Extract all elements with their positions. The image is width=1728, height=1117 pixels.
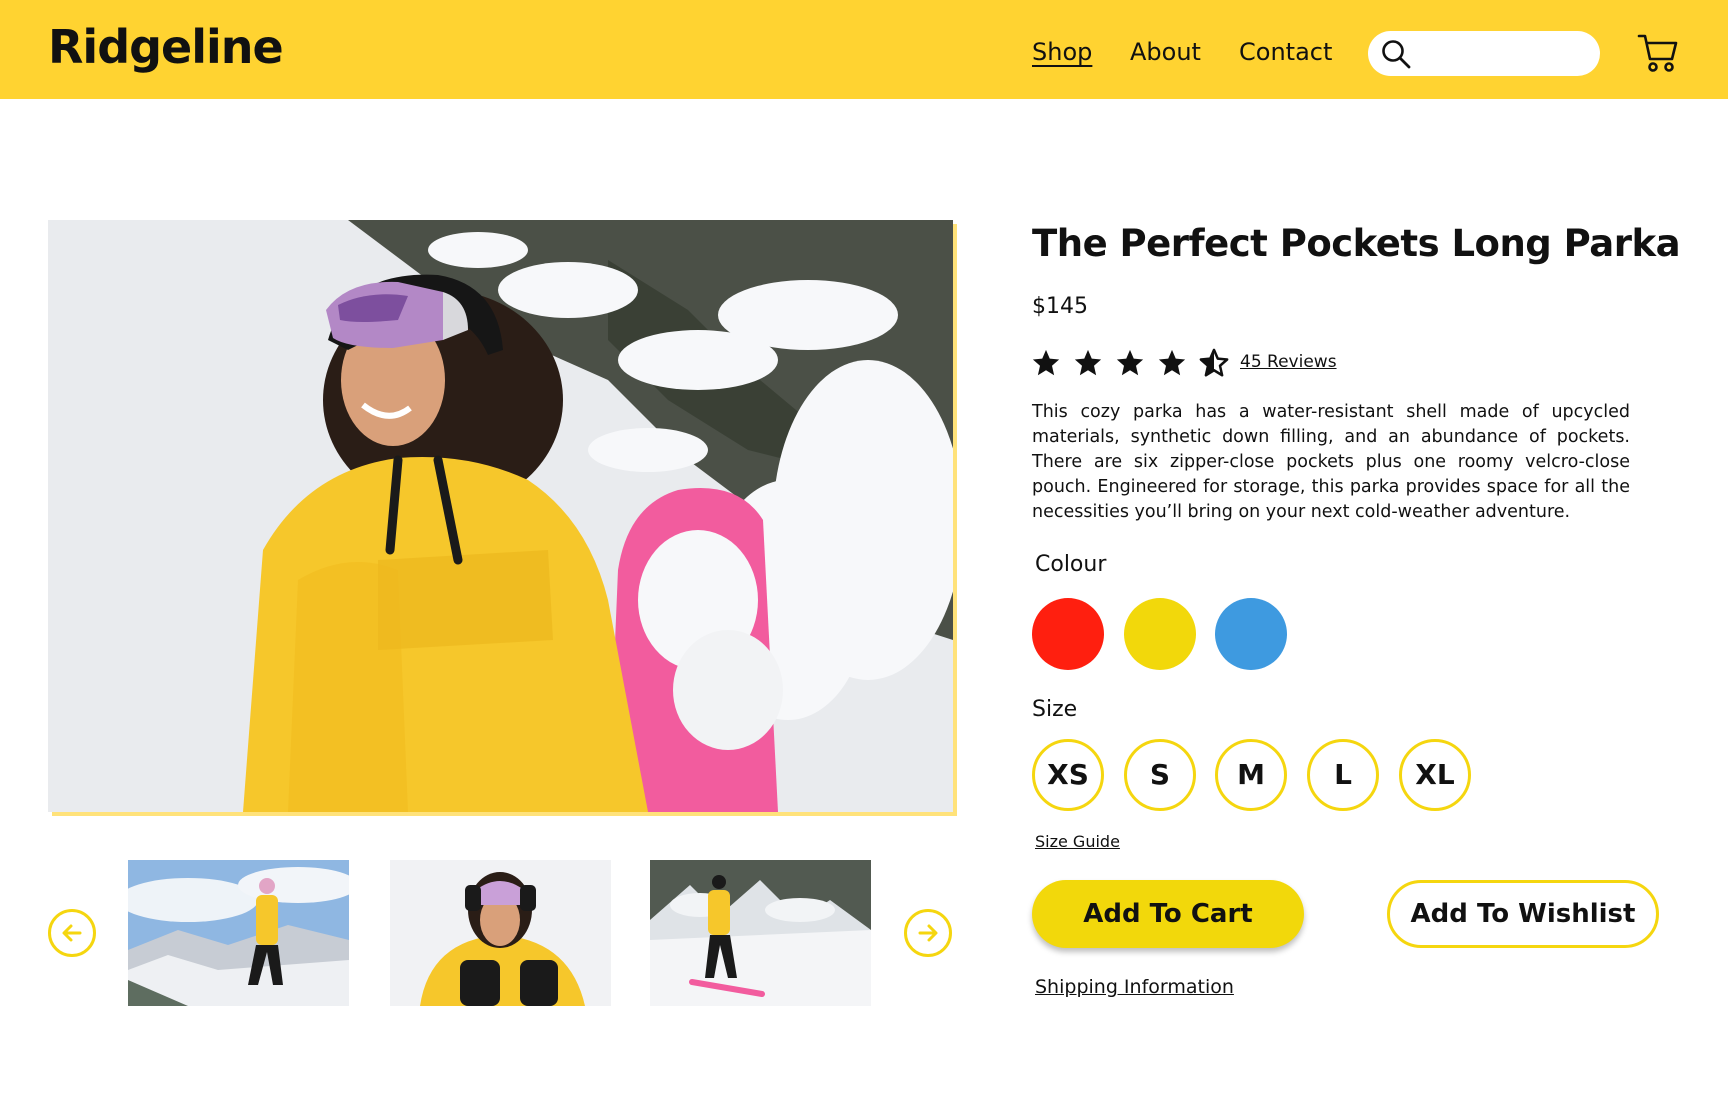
size-option-xs[interactable]: XS <box>1032 739 1104 811</box>
colour-label: Colour <box>1035 552 1107 577</box>
star-full-icon <box>1074 349 1102 376</box>
thumbnail-2[interactable] <box>390 860 611 1006</box>
product-price: $145 <box>1032 294 1088 319</box>
size-option-s[interactable]: S <box>1124 739 1196 811</box>
star-full-icon <box>1116 349 1144 376</box>
star-half-icon <box>1199 348 1229 377</box>
thumbnail-3[interactable] <box>650 860 871 1006</box>
thumbnail-1[interactable] <box>128 860 349 1006</box>
star-full-icon <box>1032 349 1060 376</box>
nav-contact[interactable]: Contact <box>1239 38 1332 66</box>
star-full-icon <box>1158 349 1186 376</box>
search-icon[interactable] <box>1380 38 1412 70</box>
colour-swatch-red[interactable] <box>1032 598 1104 670</box>
carousel-next-button[interactable] <box>904 909 952 957</box>
shipping-information-link[interactable]: Shipping Information <box>1035 976 1234 998</box>
colour-swatch-blue[interactable] <box>1215 598 1287 670</box>
add-to-wishlist-button[interactable]: Add To Wishlist <box>1387 880 1659 948</box>
nav-shop[interactable]: Shop <box>1032 38 1092 66</box>
size-option-xl[interactable]: XL <box>1399 739 1471 811</box>
size-guide-link[interactable]: Size Guide <box>1035 832 1120 851</box>
arrow-left-icon <box>62 924 82 942</box>
nav-about[interactable]: About <box>1130 38 1201 66</box>
colour-swatch-yellow[interactable] <box>1124 598 1196 670</box>
main-product-image <box>48 220 953 812</box>
cart-icon[interactable] <box>1636 30 1680 74</box>
site-logo[interactable]: Ridgeline <box>48 20 284 74</box>
search-bar[interactable] <box>1368 31 1600 76</box>
size-label: Size <box>1032 697 1078 722</box>
product-description: This cozy parka has a water-resistant sh… <box>1032 402 1630 522</box>
arrow-right-icon <box>918 924 938 942</box>
search-input[interactable] <box>1420 37 1588 70</box>
reviews-link[interactable]: 45 Reviews <box>1240 352 1337 372</box>
product-title: The Perfect Pockets Long Parka <box>1032 222 1681 265</box>
size-option-l[interactable]: L <box>1307 739 1379 811</box>
site-header: Ridgeline Shop About Contact <box>0 0 1728 99</box>
size-option-m[interactable]: M <box>1215 739 1287 811</box>
add-to-cart-button[interactable]: Add To Cart <box>1032 880 1304 948</box>
carousel-prev-button[interactable] <box>48 909 96 957</box>
